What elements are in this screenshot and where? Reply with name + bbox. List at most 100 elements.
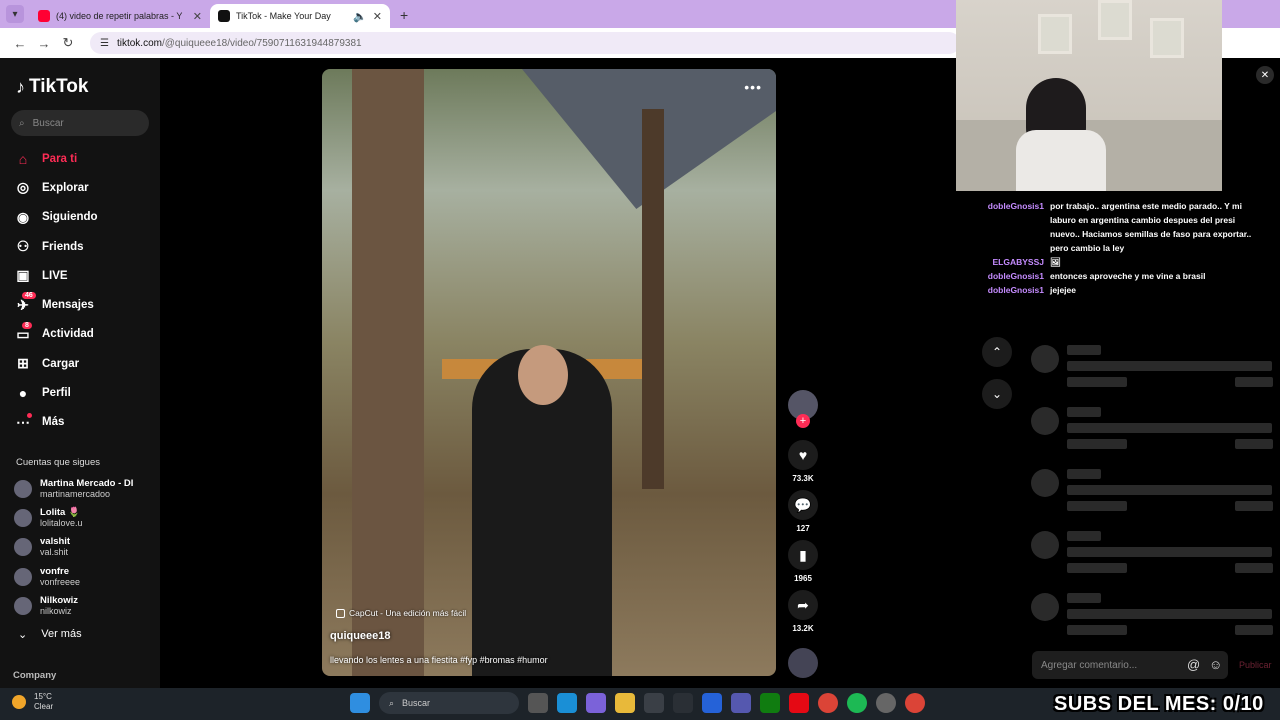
video-username[interactable]: quiqueee18 (330, 630, 391, 642)
video-scene (642, 109, 664, 489)
mention-icon[interactable]: @ (1187, 657, 1200, 672)
teams-icon[interactable] (731, 693, 751, 713)
menu-item-actividad[interactable]: ▭ 8 Actividad (14, 320, 154, 349)
menu-label: Para ti (42, 152, 78, 165)
file-explorer-icon[interactable] (615, 693, 635, 713)
see-more-button[interactable]: ⌄ Ver más (18, 628, 82, 641)
menu-item-para-ti[interactable]: ⌂ Para ti (14, 144, 154, 173)
menu-item-perfil[interactable]: ● Perfil (14, 378, 154, 407)
netflix-icon[interactable] (789, 693, 809, 713)
chat-text: entonces aproveche y me vine a brasil (1050, 271, 1206, 281)
save-button[interactable]: ▮ 1965 (788, 540, 818, 590)
weather-widget[interactable]: 15°C Clear (12, 692, 53, 712)
share-button[interactable]: ➦ 13.2K (788, 590, 818, 640)
following-name: Nilkowiz (40, 594, 79, 606)
chat-user: dobleGnosis1 (987, 201, 1044, 211)
following-item[interactable]: Lolita 🌷 lolitalove.u (14, 503, 159, 532)
video-scene (518, 345, 568, 405)
more-options-icon[interactable]: ••• (744, 79, 762, 95)
previous-video-button[interactable]: ⌃ (982, 337, 1012, 367)
menu-item-mas[interactable]: ⋯ Más (14, 408, 154, 437)
company-link[interactable]: Company (13, 670, 56, 681)
avatar (14, 567, 32, 586)
following-item[interactable]: vonfre vonfreeee (14, 562, 159, 591)
author-avatar[interactable]: + (788, 390, 818, 428)
chrome-icon[interactable] (818, 693, 838, 713)
like-button[interactable]: ♥ 73.3K (788, 440, 818, 490)
chat-message: dobleGnosis1 entonces aproveche y me vine… (978, 269, 1258, 283)
menu-item-mensajes[interactable]: ✈ 46 Mensajes (14, 290, 154, 319)
chat-text: jejejee (1050, 285, 1076, 295)
store-icon[interactable] (644, 693, 664, 713)
wall-frame (1098, 0, 1132, 40)
close-tab-icon[interactable]: ✕ (373, 10, 382, 23)
streamer (1016, 130, 1106, 191)
following-item[interactable]: Martina Mercado - DI martinamercadoo (14, 474, 159, 503)
menu-label: Cargar (42, 357, 80, 370)
chevron-up-icon: ⌃ (991, 345, 1003, 359)
tab-title: TikTok - Make Your Day (236, 11, 331, 21)
following-header: Cuentas que sigues (16, 457, 100, 468)
taskbar-search[interactable]: ⌕ Buscar (379, 692, 519, 714)
video-scene (352, 69, 424, 676)
menu-item-siguiendo[interactable]: ◉ Siguiendo (14, 203, 154, 232)
url-field[interactable]: ☰ tiktok.com/@quiqueee18/video/759071163… (90, 32, 960, 54)
chrome-icon[interactable] (905, 693, 925, 713)
new-tab-button[interactable]: + (400, 7, 408, 23)
speaker-icon[interactable]: 🔈 (353, 10, 367, 23)
spotify-icon[interactable] (847, 693, 867, 713)
menu-label: Actividad (42, 328, 94, 341)
publish-button[interactable]: Publicar (1239, 660, 1272, 670)
chat-user: dobleGnosis1 (987, 285, 1044, 295)
comment-skeleton (1031, 407, 1276, 467)
tab-search-button[interactable]: ▾ (6, 5, 24, 23)
reload-icon[interactable]: ↻ (56, 35, 80, 51)
next-video-button[interactable]: ⌄ (982, 379, 1012, 409)
taskbar-apps: ⌕ Buscar (350, 692, 925, 714)
comment-skeleton (1031, 531, 1276, 591)
following-item[interactable]: valshit val.shit (14, 533, 159, 562)
menu-label: Perfil (42, 387, 71, 400)
windows-start-icon[interactable] (350, 693, 370, 713)
subs-goal-overlay: SUBS DEL MES: 0/10 (1054, 693, 1264, 715)
back-icon[interactable]: ← (8, 36, 32, 51)
capcut-tag[interactable]: CapCut - Una edición más fácil (336, 608, 466, 618)
comment-placeholder: Agregar comentario... (1041, 659, 1138, 671)
menu-item-cargar[interactable]: ⊞ Cargar (14, 349, 154, 378)
emoji-icon[interactable]: ☺ (1209, 657, 1222, 672)
close-tab-icon[interactable]: ✕ (193, 10, 202, 23)
xbox-icon[interactable] (760, 693, 780, 713)
messages-badge: 46 (22, 292, 36, 300)
youtube-icon (38, 10, 50, 22)
menu-item-explorar[interactable]: ◎ Explorar (14, 173, 154, 202)
comment-button[interactable]: 💬 127 (788, 490, 818, 540)
menu-item-live[interactable]: ▣ LIVE (14, 261, 154, 290)
sound-avatar[interactable] (788, 648, 818, 678)
comment-icon: 💬 (788, 490, 818, 520)
obs-icon[interactable] (876, 693, 896, 713)
tab-youtube[interactable]: (4) video de repetir palabras - Y ✕ (30, 4, 210, 28)
close-comments-icon[interactable]: ✕ (1256, 66, 1274, 84)
task-view-icon[interactable] (528, 693, 548, 713)
home-icon: ⌂ (18, 150, 28, 167)
app-icon[interactable] (673, 693, 693, 713)
copilot-icon[interactable] (586, 693, 606, 713)
taskbar-search-label: Buscar (402, 698, 431, 708)
edge-icon[interactable] (557, 693, 577, 713)
vscode-icon[interactable] (702, 693, 722, 713)
menu-label: LIVE (42, 269, 68, 282)
tiktok-logo[interactable]: ♪ TikTok (16, 76, 88, 98)
following-item[interactable]: Nilkowiz nilkowiz (14, 591, 159, 620)
comment-skeleton (1031, 345, 1276, 405)
chat-message: dobleGnosis1 jejejee (978, 283, 1258, 297)
menu-label: Explorar (42, 181, 89, 194)
tab-tiktok[interactable]: TikTok - Make Your Day 🔈 ✕ (210, 4, 390, 28)
menu-item-friends[interactable]: ⚇ Friends (14, 232, 154, 261)
temperature: 15°C (34, 692, 52, 701)
search-input[interactable]: ⌕ Buscar (11, 110, 149, 136)
capcut-icon (336, 608, 345, 618)
site-info-icon[interactable]: ☰ (100, 38, 109, 49)
forward-icon[interactable]: → (32, 36, 56, 51)
video-player[interactable]: ••• CapCut - Una edición más fácil quiqu… (322, 69, 776, 676)
follow-plus-icon[interactable]: + (796, 414, 810, 428)
